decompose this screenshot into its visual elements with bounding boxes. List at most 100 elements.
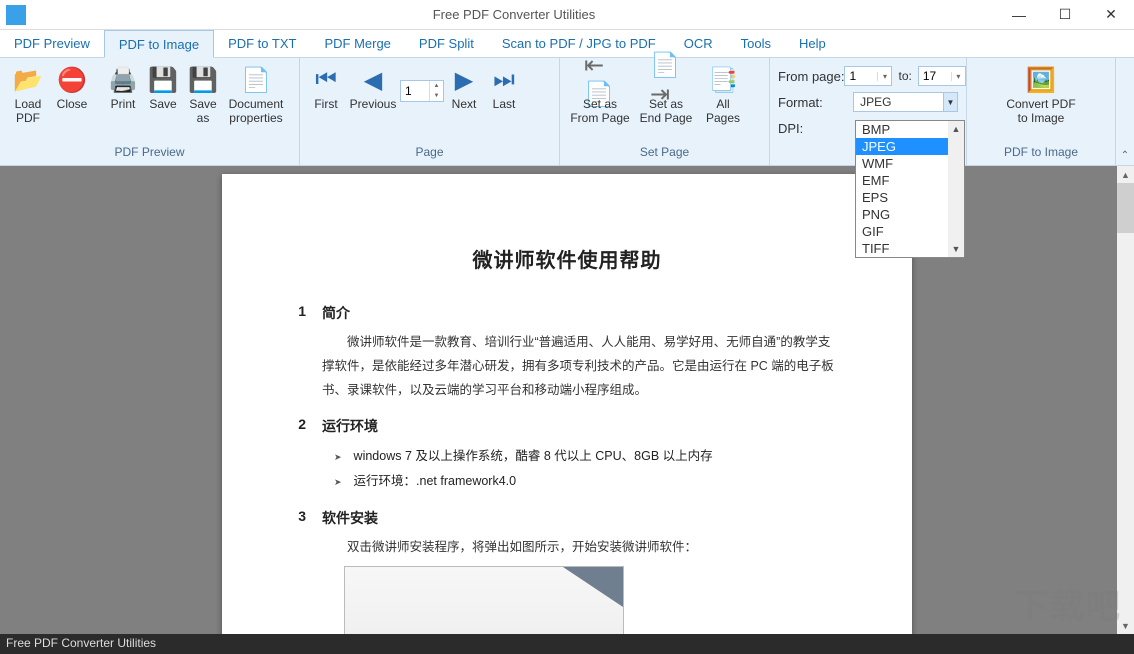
group-label-page: Page bbox=[300, 145, 559, 165]
all-pages-icon: 📑 bbox=[707, 64, 739, 96]
tab-pdf-split[interactable]: PDF Split bbox=[405, 30, 488, 57]
set-as-from-page-button[interactable]: ⇤📄 Set as From Page bbox=[566, 62, 634, 128]
pdf-page: 微讲师软件使用帮助 1 简介 微讲师软件是一款教育、培训行业“普遍适用、人人能用、… bbox=[222, 174, 912, 634]
chevron-down-icon[interactable]: ▼ bbox=[943, 93, 957, 111]
ribbon-collapse-icon[interactable]: ⌃ bbox=[1116, 58, 1134, 165]
from-page-icon: ⇤📄 bbox=[584, 64, 616, 96]
print-button[interactable]: 🖨️ Print bbox=[103, 62, 143, 114]
sec3-title: 软件安装 bbox=[322, 508, 378, 528]
doc-title: 微讲师软件使用帮助 bbox=[282, 244, 852, 273]
doc-para-2: 双击微讲师安装程序，将弹出如图所示，开始安装微讲师软件： bbox=[322, 536, 834, 560]
group-label-convert: PDF to Image bbox=[967, 145, 1115, 165]
folder-open-icon: 📂 bbox=[12, 64, 44, 96]
previous-icon: ◀ bbox=[357, 64, 389, 96]
convert-label: Convert PDF to Image bbox=[1006, 98, 1075, 126]
installer-screenshot bbox=[344, 566, 624, 634]
save-button[interactable]: 💾 Save bbox=[143, 62, 183, 114]
group-label-preview: PDF Preview bbox=[0, 145, 299, 165]
previous-label: Previous bbox=[350, 98, 397, 112]
to-label: to: bbox=[898, 69, 911, 83]
scroll-down-icon[interactable]: ▼ bbox=[1117, 617, 1134, 634]
load-pdf-button[interactable]: 📂 Load PDF bbox=[6, 62, 50, 128]
next-page-button[interactable]: ▶ Next bbox=[444, 62, 484, 114]
convert-icon: 🖼️ bbox=[1025, 64, 1057, 96]
sec3-num: 3 bbox=[282, 508, 306, 528]
spin-down-icon[interactable]: ▼ bbox=[430, 91, 443, 101]
scroll-up-icon[interactable]: ▲ bbox=[948, 121, 964, 137]
dropdown-icon[interactable]: ▾ bbox=[877, 72, 891, 81]
scroll-down-icon[interactable]: ▼ bbox=[948, 241, 964, 257]
end-page-label: Set as End Page bbox=[640, 98, 693, 126]
last-icon: ⏭ bbox=[488, 64, 520, 96]
format-dropdown-list[interactable]: BMP JPEG WMF EMF EPS PNG GIF TIFF ▲ ▼ bbox=[855, 120, 965, 258]
spin-up-icon[interactable]: ▲ bbox=[430, 81, 443, 91]
save-as-icon: 💾 bbox=[187, 64, 219, 96]
format-value: JPEG bbox=[854, 95, 943, 109]
doc-bullet-2: 运行环境：.net framework4.0 bbox=[334, 469, 852, 494]
to-page-field[interactable] bbox=[919, 69, 951, 83]
all-pages-label: All Pages bbox=[706, 98, 740, 126]
print-label: Print bbox=[111, 98, 136, 112]
next-icon: ▶ bbox=[448, 64, 480, 96]
set-as-end-page-button[interactable]: 📄⇥ Set as End Page bbox=[634, 62, 698, 128]
convert-pdf-to-image-button[interactable]: 🖼️ Convert PDF to Image bbox=[998, 62, 1084, 128]
close-label: Close bbox=[57, 98, 88, 112]
sec1-title: 简介 bbox=[322, 303, 350, 323]
to-page-input[interactable]: ▾ bbox=[918, 66, 966, 86]
scrollbar-thumb[interactable] bbox=[1117, 183, 1134, 233]
page-number-input[interactable]: ▲▼ bbox=[400, 80, 444, 102]
tab-tools[interactable]: Tools bbox=[727, 30, 785, 57]
document-properties-button[interactable]: 📄 Document properties bbox=[223, 62, 289, 128]
from-page-label: Set as From Page bbox=[570, 98, 629, 126]
preview-scrollbar[interactable]: ▲ ▼ bbox=[1117, 166, 1134, 634]
from-page-input[interactable]: ▾ bbox=[844, 66, 892, 86]
ribbon-tabs: PDF Preview PDF to Image PDF to TXT PDF … bbox=[0, 30, 1134, 58]
sec2-num: 2 bbox=[282, 416, 306, 436]
tab-scan-to-pdf[interactable]: Scan to PDF / JPG to PDF bbox=[488, 30, 670, 57]
dropdown-icon[interactable]: ▾ bbox=[951, 72, 965, 81]
next-label: Next bbox=[452, 98, 477, 112]
last-label: Last bbox=[493, 98, 516, 112]
close-window-button[interactable]: ✕ bbox=[1088, 0, 1134, 30]
dpi-label: DPI: bbox=[778, 121, 854, 136]
window-title: Free PDF Converter Utilities bbox=[32, 7, 996, 22]
status-bar: Free PDF Converter Utilities bbox=[0, 634, 1134, 654]
group-label-setpage: Set Page bbox=[560, 145, 769, 165]
doc-props-label: Document properties bbox=[229, 98, 284, 126]
tab-help[interactable]: Help bbox=[785, 30, 840, 57]
save-as-label: Save as bbox=[189, 98, 216, 126]
scroll-up-icon[interactable]: ▲ bbox=[1117, 166, 1134, 183]
minimize-button[interactable]: — bbox=[996, 0, 1042, 30]
page-number-field[interactable] bbox=[401, 84, 429, 98]
close-button[interactable]: ⛔ Close bbox=[50, 62, 94, 114]
sec2-title: 运行环境 bbox=[322, 416, 378, 436]
tab-pdf-preview[interactable]: PDF Preview bbox=[0, 30, 104, 57]
save-icon: 💾 bbox=[147, 64, 179, 96]
first-page-button[interactable]: ⏮ First bbox=[306, 62, 346, 114]
close-doc-icon: ⛔ bbox=[56, 64, 88, 96]
from-page-field[interactable] bbox=[845, 69, 877, 83]
maximize-button[interactable]: ☐ bbox=[1042, 0, 1088, 30]
tab-pdf-to-image[interactable]: PDF to Image bbox=[104, 30, 214, 58]
tab-pdf-to-txt[interactable]: PDF to TXT bbox=[214, 30, 310, 57]
doc-bullet-1: windows 7 及以上操作系统，酷睿 8 代以上 CPU、8GB 以上内存 bbox=[334, 444, 852, 469]
first-icon: ⏮ bbox=[310, 64, 342, 96]
properties-icon: 📄 bbox=[240, 64, 272, 96]
end-page-icon: 📄⇥ bbox=[650, 64, 682, 96]
doc-para-1: 微讲师软件是一款教育、培训行业“普遍适用、人人能用、易学好用、无师自通”的教学支… bbox=[322, 331, 834, 402]
dropdown-scrollbar[interactable]: ▲ ▼ bbox=[948, 121, 964, 257]
format-combobox[interactable]: JPEG ▼ bbox=[853, 92, 958, 112]
load-pdf-label: Load PDF bbox=[15, 98, 42, 126]
from-page-label: From page: bbox=[778, 69, 844, 84]
sec1-num: 1 bbox=[282, 303, 306, 323]
tab-pdf-merge[interactable]: PDF Merge bbox=[310, 30, 404, 57]
save-label: Save bbox=[149, 98, 176, 112]
format-label: Format: bbox=[778, 95, 853, 110]
all-pages-button[interactable]: 📑 All Pages bbox=[698, 62, 748, 128]
printer-icon: 🖨️ bbox=[107, 64, 139, 96]
last-page-button[interactable]: ⏭ Last bbox=[484, 62, 524, 114]
previous-page-button[interactable]: ◀ Previous bbox=[346, 62, 400, 114]
first-label: First bbox=[314, 98, 337, 112]
app-icon bbox=[6, 5, 26, 25]
save-as-button[interactable]: 💾 Save as bbox=[183, 62, 223, 128]
